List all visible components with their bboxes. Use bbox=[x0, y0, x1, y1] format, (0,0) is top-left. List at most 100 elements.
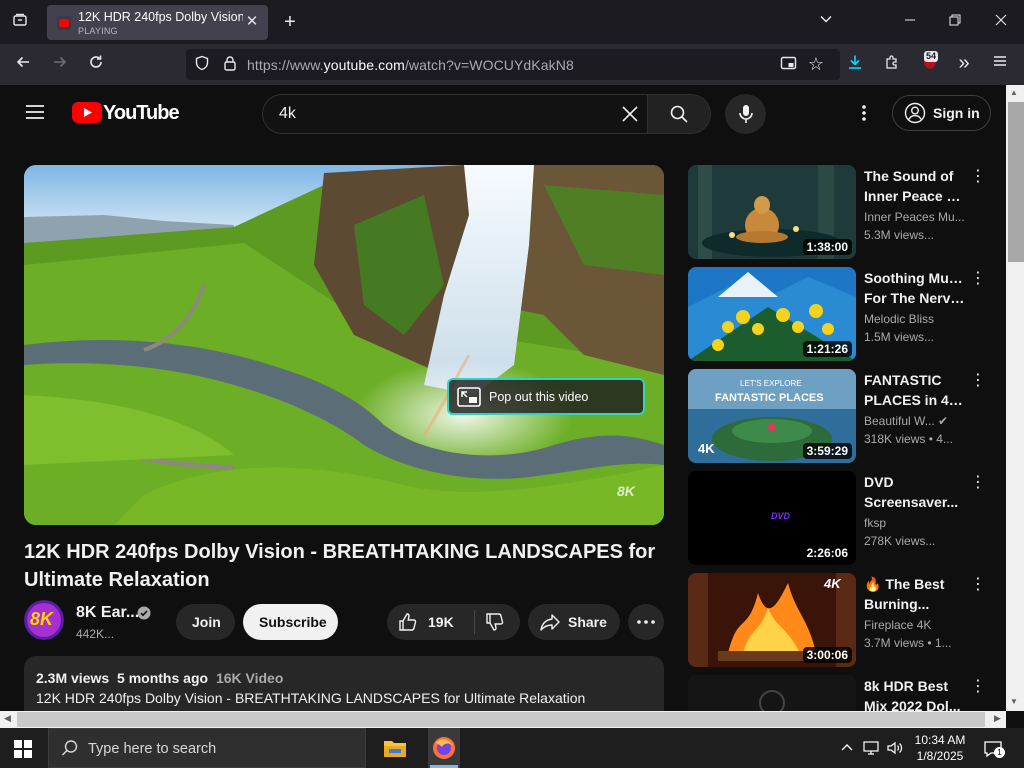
recommendation-channel[interactable]: Beautiful W... ✔ bbox=[864, 414, 968, 428]
chevron-down-icon[interactable] bbox=[816, 12, 836, 32]
search-input[interactable]: 4k bbox=[279, 105, 296, 123]
tracking-protection-shield-icon[interactable] bbox=[192, 55, 212, 77]
video-duration: 3:59:29 bbox=[802, 443, 852, 459]
recommendation-channel[interactable]: Inner Peaces Mu... bbox=[864, 210, 968, 224]
item-menu-icon[interactable]: ⋮ bbox=[970, 167, 986, 187]
recommendation-title[interactable]: Soothing Music For The Nerve... bbox=[864, 268, 968, 308]
active-tab[interactable]: 12K HDR 240fps Dolby Vision - B PLAYING … bbox=[47, 5, 268, 40]
url-text[interactable]: https://www.youtube.com/watch?v=WOCUYdKa… bbox=[247, 57, 574, 73]
share-button[interactable]: Share bbox=[528, 604, 620, 640]
new-tab-icon[interactable]: + bbox=[280, 12, 300, 32]
recommendation-channel[interactable]: Melodic Bliss bbox=[864, 312, 968, 326]
recommendation-item[interactable]: LET'S EXPLORE FANTASTIC PLACES 4K 3:59:2… bbox=[688, 369, 998, 463]
tab-list-icon[interactable] bbox=[10, 12, 30, 32]
scroll-left-arrow-icon[interactable]: ◀ bbox=[4, 713, 11, 724]
picture-in-picture-icon[interactable] bbox=[778, 55, 798, 77]
system-clock[interactable]: 10:34 AM 1/8/2025 bbox=[912, 732, 968, 764]
thumbnail-4k-badge: 4K bbox=[698, 441, 715, 456]
channel-name[interactable]: 8K Ear... bbox=[76, 604, 139, 622]
channel-avatar[interactable]: 8K bbox=[24, 600, 64, 640]
thumbnail-title: FANTASTIC PLACES bbox=[715, 392, 824, 404]
recommendation-title[interactable]: DVD Screensaver... bbox=[864, 472, 968, 512]
show-hidden-icons-chevron-icon[interactable] bbox=[840, 740, 854, 754]
item-menu-icon[interactable]: ⋮ bbox=[970, 269, 986, 289]
recommendation-thumbnail[interactable] bbox=[688, 675, 856, 711]
recommendation-item[interactable]: 1:38:00 The Sound of Inner Peace 7 ... In… bbox=[688, 165, 998, 259]
overflow-chevrons-icon[interactable]: » bbox=[954, 53, 974, 73]
recommendation-item[interactable]: 8k HDR Best Mix 2022 Dol... ⋮ bbox=[688, 675, 998, 711]
guide-menu-icon[interactable] bbox=[24, 103, 48, 123]
downloads-icon[interactable] bbox=[845, 54, 865, 76]
lock-icon[interactable] bbox=[220, 55, 240, 77]
firefox-taskbar-icon[interactable] bbox=[428, 728, 460, 768]
recommendation-title[interactable]: 8k HDR Best Mix 2022 Dol... bbox=[864, 676, 968, 711]
recommendation-thumbnail[interactable]: 4K 3:00:06 bbox=[688, 573, 856, 667]
vertical-scrollbar-thumb[interactable] bbox=[1008, 102, 1024, 262]
recommendation-channel[interactable]: Fireplace 4K bbox=[864, 618, 968, 632]
item-menu-icon[interactable]: ⋮ bbox=[970, 575, 986, 595]
recommendation-thumbnail[interactable]: 1:38:00 bbox=[688, 165, 856, 259]
item-menu-icon[interactable]: ⋮ bbox=[970, 371, 986, 391]
horizontal-scrollbar-thumb[interactable] bbox=[17, 712, 985, 727]
recommendation-channel[interactable]: fksp bbox=[864, 516, 968, 530]
close-tab-icon[interactable]: ✕ bbox=[243, 13, 261, 31]
search-icon bbox=[61, 740, 78, 756]
subscriber-count: 442K... bbox=[76, 627, 115, 641]
pop-out-video-button[interactable]: Pop out this video bbox=[447, 378, 645, 415]
item-menu-icon[interactable]: ⋮ bbox=[970, 677, 986, 697]
microphone-icon bbox=[739, 105, 753, 123]
restore-icon[interactable] bbox=[945, 12, 965, 32]
scroll-down-arrow-icon[interactable]: ▼ bbox=[1010, 697, 1018, 706]
more-actions-button[interactable] bbox=[628, 604, 664, 640]
scroll-right-arrow-icon[interactable]: ▶ bbox=[994, 713, 1001, 724]
thumbnail-4k-badge: 4K bbox=[824, 576, 841, 591]
recommendation-title[interactable]: 🔥 The Best Burning... bbox=[864, 574, 968, 614]
clear-search-icon[interactable] bbox=[620, 104, 640, 124]
search-box[interactable]: 4k bbox=[262, 94, 648, 134]
network-icon[interactable] bbox=[863, 740, 881, 756]
description-box[interactable]: 2.3M views 5 months ago 16K Video 12K HD… bbox=[24, 656, 664, 716]
extensions-puzzle-icon[interactable] bbox=[882, 54, 902, 76]
volume-icon[interactable] bbox=[886, 740, 904, 756]
close-window-icon[interactable] bbox=[991, 12, 1011, 32]
recommendation-title[interactable]: The Sound of Inner Peace 7 ... bbox=[864, 166, 968, 206]
sign-in-button[interactable]: Sign in bbox=[892, 95, 991, 131]
address-bar[interactable]: https://www.youtube.com/watch?v=WOCUYdKa… bbox=[186, 49, 840, 80]
recommendation-thumbnail[interactable]: DVD 2:26:06 bbox=[688, 471, 856, 565]
subscribe-button[interactable]: Subscribe bbox=[243, 604, 338, 640]
taskbar-search-box[interactable]: Type here to search bbox=[48, 728, 366, 768]
recommendation-item[interactable]: 4K 3:00:06 🔥 The Best Burning... Fireplac… bbox=[688, 573, 998, 667]
video-player[interactable]: 8K Pop out this video bbox=[24, 165, 664, 525]
file-explorer-icon[interactable] bbox=[383, 737, 407, 759]
extension-badge: 54 bbox=[924, 51, 939, 62]
recommendation-item[interactable]: 1:21:26 Soothing Music For The Nerve... M… bbox=[688, 267, 998, 361]
scroll-up-arrow-icon[interactable]: ▲ bbox=[1010, 88, 1018, 97]
share-label: Share bbox=[568, 614, 607, 630]
like-button[interactable]: 19K bbox=[387, 604, 474, 640]
recommendation-title[interactable]: FANTASTIC PLACES in 4K... bbox=[864, 370, 968, 410]
tab-title: 12K HDR 240fps Dolby Vision - B bbox=[78, 10, 243, 24]
hashtag[interactable]: 16K Video bbox=[216, 670, 283, 686]
voice-search-button[interactable] bbox=[725, 94, 766, 134]
search-button[interactable] bbox=[647, 94, 711, 134]
bookmark-star-icon[interactable]: ☆ bbox=[806, 54, 826, 74]
dislike-button[interactable] bbox=[475, 604, 520, 640]
youtube-logo[interactable]: YouTube bbox=[72, 102, 180, 124]
youtube-play-logo-icon bbox=[72, 102, 102, 123]
channel-avatar-text: 8K bbox=[30, 609, 54, 629]
item-menu-icon[interactable]: ⋮ bbox=[970, 473, 986, 493]
recommendation-thumbnail[interactable]: 1:21:26 bbox=[688, 267, 856, 361]
more-options-icon[interactable] bbox=[858, 103, 870, 123]
pop-out-icon bbox=[457, 387, 481, 407]
back-icon[interactable] bbox=[13, 54, 33, 76]
hamburger-menu-icon[interactable] bbox=[990, 54, 1010, 74]
minimize-icon[interactable] bbox=[900, 12, 920, 32]
recommendation-item[interactable]: DVD 2:26:06 DVD Screensaver... fksp 278K … bbox=[688, 471, 998, 565]
forward-icon[interactable] bbox=[50, 54, 70, 76]
notification-center-icon[interactable]: 1 bbox=[983, 740, 1005, 758]
account-circle-icon bbox=[904, 102, 926, 124]
reload-icon[interactable] bbox=[86, 54, 106, 76]
join-button[interactable]: Join bbox=[176, 604, 235, 640]
start-windows-icon[interactable] bbox=[14, 740, 32, 758]
recommendation-thumbnail[interactable]: LET'S EXPLORE FANTASTIC PLACES 4K 3:59:2… bbox=[688, 369, 856, 463]
